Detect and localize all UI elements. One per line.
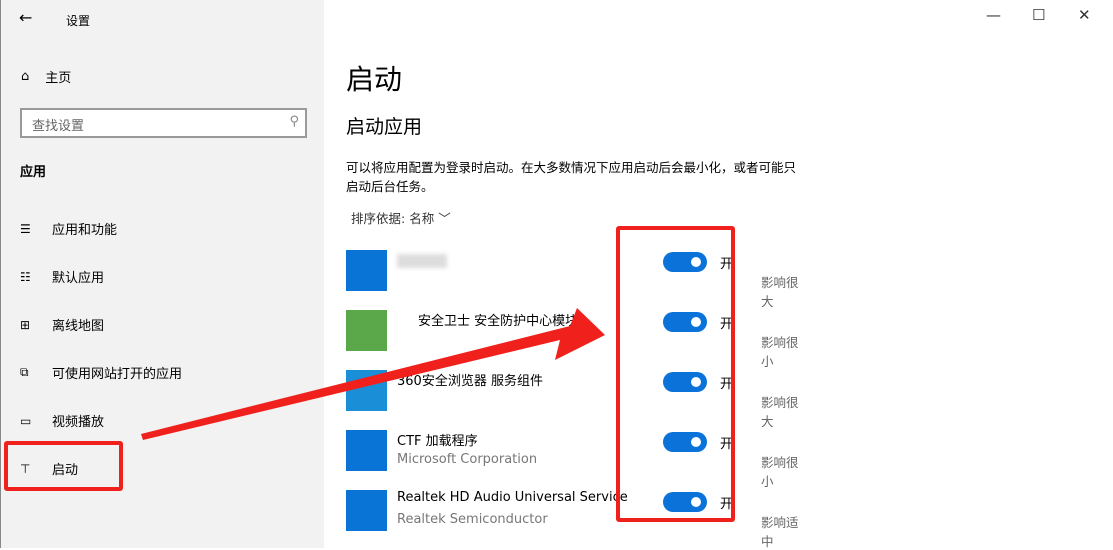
annotation-arrow-icon — [141, 308, 605, 440]
